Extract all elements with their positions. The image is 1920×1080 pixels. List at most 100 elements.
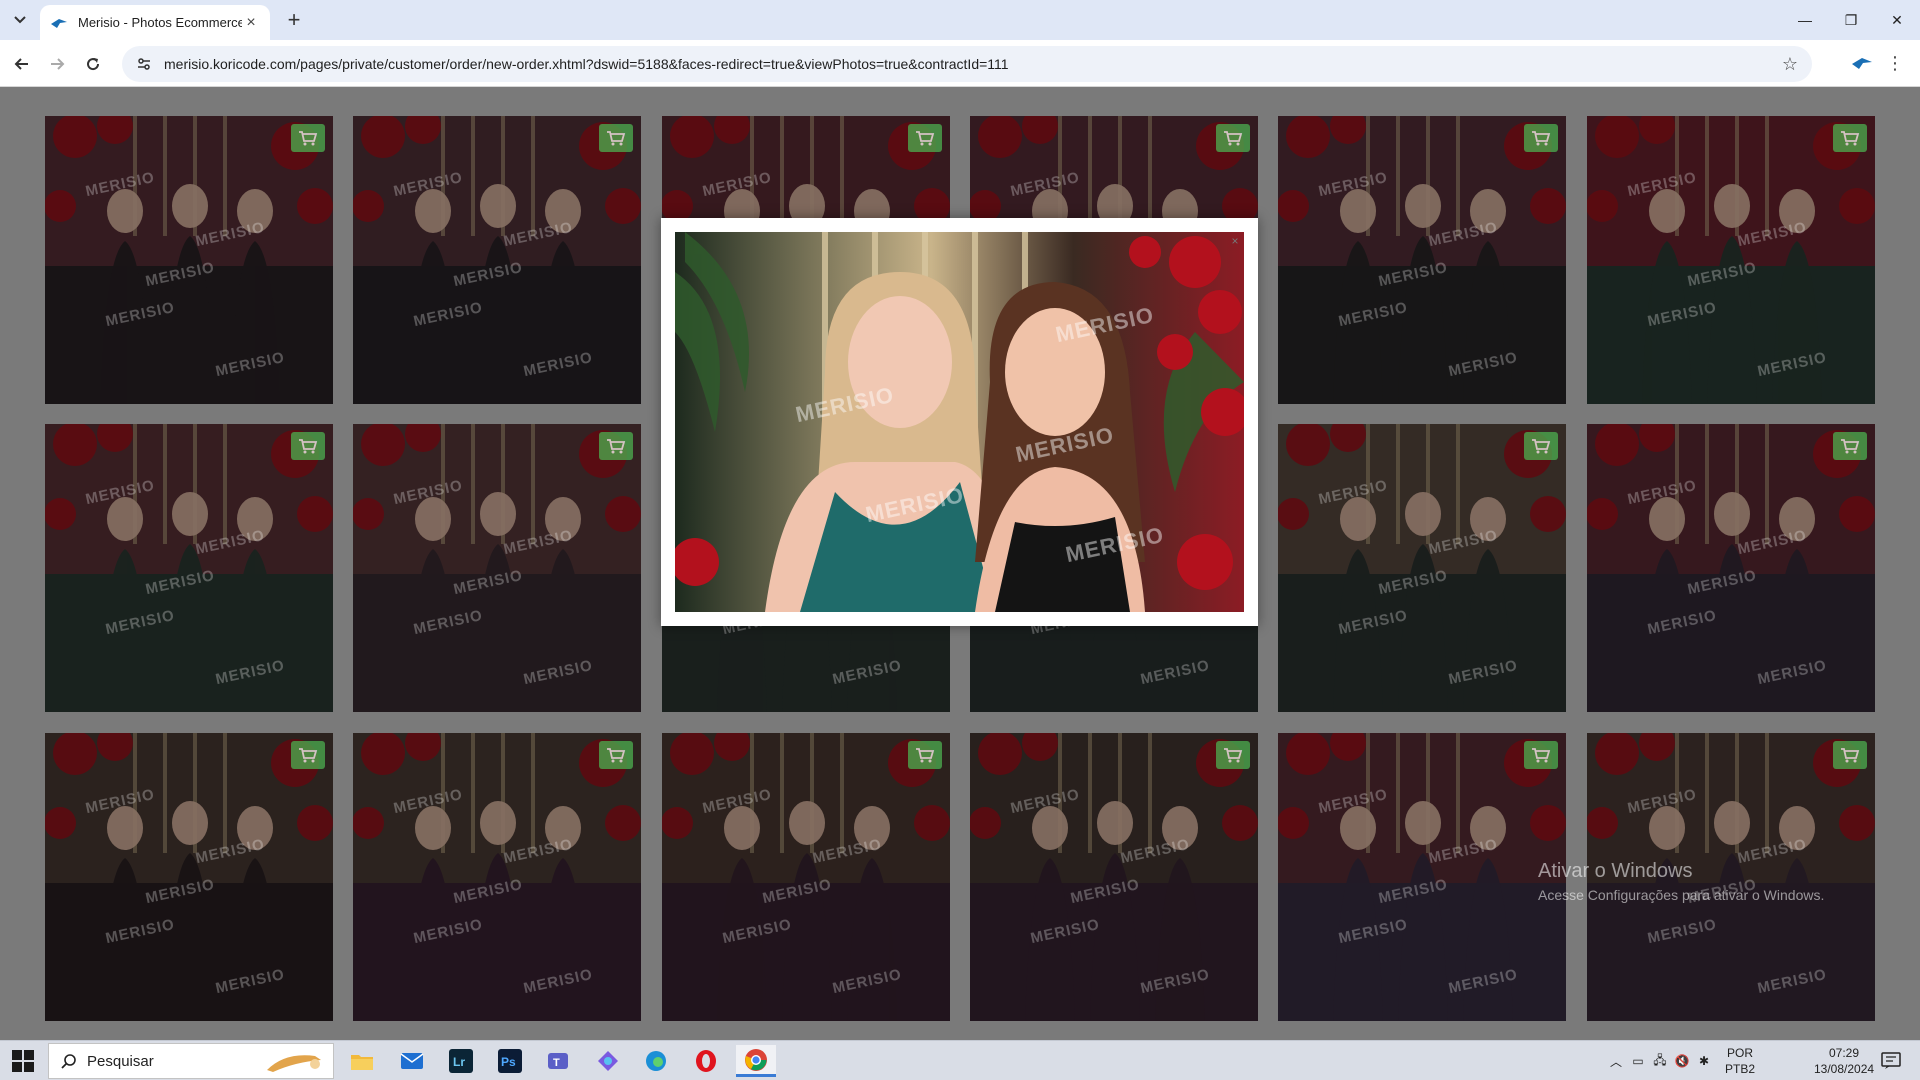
photo-thumbnail[interactable]: MERISIOMERISIOMERISIOMERISIOMERISIO [1587,424,1875,712]
windows-start-icon[interactable] [8,1049,38,1073]
browser-tab-active[interactable]: Merisio - Photos Ecommerce × [40,5,270,40]
mail-icon[interactable] [392,1045,432,1077]
add-to-cart-button[interactable] [1524,741,1558,769]
search-highlight-icon [267,1055,321,1072]
lightroom-icon[interactable]: Lr [441,1045,481,1077]
volume-muted-icon[interactable]: 🔇 [1672,1041,1692,1080]
add-to-cart-button[interactable] [291,124,325,152]
bluetooth-icon[interactable]: ✱ [1694,1041,1714,1080]
site-info-icon[interactable] [134,54,154,74]
reload-icon[interactable] [80,51,106,77]
opera-icon[interactable] [686,1045,726,1077]
windows-activation-notice: Ativar o Windows Acesse Configurações pa… [1538,860,1824,903]
back-icon[interactable] [9,51,35,77]
add-to-cart-button[interactable] [1524,124,1558,152]
cart-icon [607,131,626,146]
cart-icon [1841,439,1860,454]
cart-icon [607,748,626,763]
add-to-cart-button[interactable] [599,124,633,152]
photo-thumbnail[interactable]: MERISIOMERISIOMERISIOMERISIOMERISIO [45,424,333,712]
modal-backdrop-dim [353,733,641,1021]
teams-icon[interactable]: T [538,1045,578,1077]
activation-subtitle: Acesse Configurações para ativar o Windo… [1538,887,1825,903]
modal-backdrop-dim [353,424,641,712]
profile-icon[interactable] [1850,54,1874,72]
photo-thumbnail[interactable]: MERISIOMERISIOMERISIOMERISIOMERISIO [1278,424,1566,712]
add-to-cart-button[interactable] [1216,741,1250,769]
activation-title: Ativar o Windows [1538,860,1693,882]
svg-text:T: T [553,1057,560,1069]
photo-thumbnail[interactable]: MERISIOMERISIOMERISIOMERISIOMERISIO [353,733,641,1021]
close-icon[interactable]: × [1228,234,1242,248]
add-to-cart-button[interactable] [1833,432,1867,460]
cart-icon [1224,748,1243,763]
chrome-icon[interactable] [736,1045,776,1077]
svg-text:Ps: Ps [501,1055,516,1069]
keyboard-layout: PTB2 [1724,1062,1755,1076]
search-icon [61,1054,76,1069]
photo-thumbnail[interactable]: MERISIOMERISIOMERISIOMERISIOMERISIO [45,733,333,1021]
cart-icon [1532,748,1551,763]
cart-icon [1224,131,1243,146]
add-to-cart-button[interactable] [599,741,633,769]
windows-taskbar: Pesquisar Lr Ps T ︿ ▭ 🖧 🔇 ✱ POR PTB2 07:… [0,1040,1920,1080]
photoshop-icon[interactable]: Ps [490,1045,530,1077]
svg-text:Lr: Lr [453,1055,465,1069]
language-indicator[interactable]: POR PTB2 [1720,1045,1760,1077]
add-to-cart-button[interactable] [1833,741,1867,769]
add-to-cart-button[interactable] [908,124,942,152]
taskbar-search[interactable]: Pesquisar [48,1043,334,1079]
file-explorer-icon[interactable] [342,1045,382,1077]
add-to-cart-button[interactable] [1833,124,1867,152]
add-to-cart-button[interactable] [291,741,325,769]
add-to-cart-button[interactable] [291,432,325,460]
tab-title: Merisio - Photos Ecommerce [78,15,242,30]
meet-now-icon[interactable]: ▭ [1628,1041,1648,1080]
window-close-button[interactable]: ✕ [1874,0,1920,40]
more-icon[interactable]: ⋮ [1885,50,1905,76]
star-icon[interactable]: ☆ [1782,54,1798,75]
search-placeholder: Pesquisar [87,1052,154,1070]
address-bar[interactable]: merisio.koricode.com/pages/private/custo… [122,46,1812,82]
cart-icon [1532,439,1551,454]
cart-icon [299,439,318,454]
tab-list-icon[interactable] [8,8,32,32]
modal-backdrop-dim [45,733,333,1021]
photo-thumbnail[interactable]: MERISIOMERISIOMERISIOMERISIOMERISIO [970,733,1258,1021]
copilot-icon[interactable] [588,1045,628,1077]
modal-backdrop-dim [353,116,641,404]
add-to-cart-button[interactable] [908,741,942,769]
add-to-cart-button[interactable] [1216,124,1250,152]
new-tab-button[interactable]: + [282,7,306,32]
photo-thumbnail[interactable]: MERISIOMERISIOMERISIOMERISIOMERISIO [353,116,641,404]
photo-thumbnail[interactable]: MERISIOMERISIOMERISIOMERISIOMERISIO [353,424,641,712]
minimize-button[interactable]: — [1782,0,1828,40]
photo-thumbnail[interactable]: MERISIOMERISIOMERISIOMERISIOMERISIO [45,116,333,404]
browser-toolbar: merisio.koricode.com/pages/private/custo… [0,40,1920,87]
modal-backdrop-dim [1278,116,1566,404]
edge-icon[interactable] [636,1045,676,1077]
modal-backdrop-dim [1587,116,1875,404]
network-icon[interactable]: 🖧 [1650,1041,1670,1080]
modal-backdrop-dim [1278,424,1566,712]
add-to-cart-button[interactable] [1524,432,1558,460]
notification-icon[interactable] [1836,1041,1864,1080]
chevron-up-icon[interactable]: ︿ [1604,1041,1628,1080]
cart-icon [299,131,318,146]
modal-backdrop-dim [970,733,1258,1021]
photo-thumbnail[interactable]: MERISIOMERISIOMERISIOMERISIOMERISIO [1278,116,1566,404]
cart-icon [1841,131,1860,146]
notification-center-icon[interactable] [1876,1041,1906,1080]
photo-thumbnail[interactable]: MERISIOMERISIOMERISIOMERISIOMERISIO [662,733,950,1021]
restore-button[interactable]: ❐ [1828,0,1874,40]
browser-tab-bar: Merisio - Photos Ecommerce × + — ❐ ✕ [0,0,1920,40]
close-icon[interactable]: × [242,14,260,32]
forward-icon[interactable] [44,51,70,77]
add-to-cart-button[interactable] [599,432,633,460]
modal-backdrop-dim [45,116,333,404]
photo-thumbnail[interactable]: MERISIOMERISIOMERISIOMERISIOMERISIO [1587,116,1875,404]
cart-icon [607,439,626,454]
preview-photo: MERISIO MERISIO MERISIO MERISIO MERISIO … [675,232,1244,612]
photo-thumbnail[interactable]: MERISIOMERISIOMERISIOMERISIOMERISIO [1278,733,1566,1021]
cart-icon [1532,131,1551,146]
